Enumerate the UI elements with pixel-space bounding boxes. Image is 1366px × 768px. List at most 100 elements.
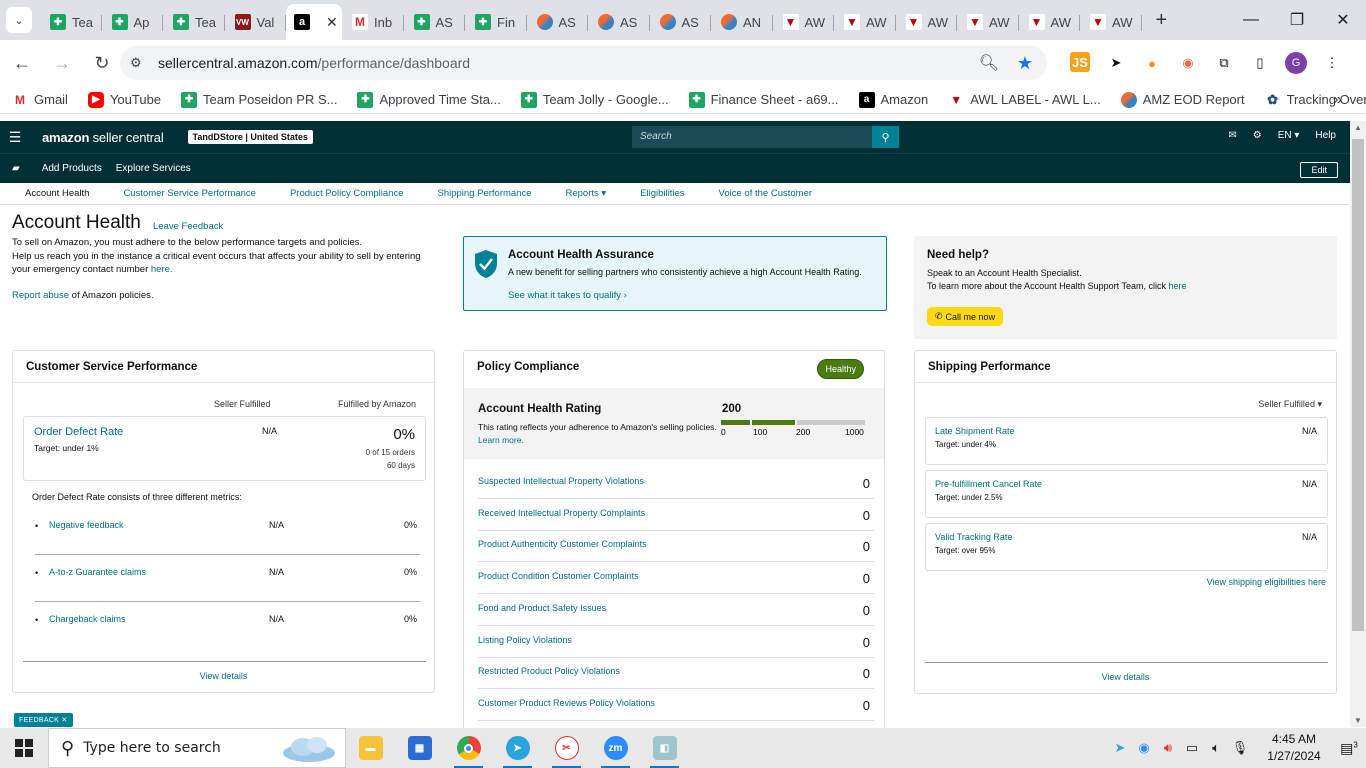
browser-tab[interactable]: AS	[650, 6, 712, 38]
shipping-view-details-link[interactable]: View details	[915, 672, 1336, 682]
metric-name-link[interactable]: Negative feedback	[49, 520, 124, 530]
browser-tab[interactable]: AS	[588, 6, 650, 38]
scroll-up-arrow[interactable]: ▲	[1354, 123, 1362, 132]
browser-tab[interactable]: ✚ Tea	[40, 6, 102, 38]
seller-central-logo[interactable]: amazon seller central	[42, 130, 164, 145]
nav-eligibilities[interactable]: Eligibilities	[640, 188, 684, 199]
scroll-down-arrow[interactable]: ▼	[1354, 716, 1362, 725]
shipping-metric-link[interactable]: Valid Tracking Rate	[935, 532, 1012, 542]
policy-name-link[interactable]: Product Condition Customer Complaints	[478, 571, 639, 581]
browser-tab[interactable]: ▼ AW	[1019, 6, 1081, 38]
scrollbar-thumb[interactable]	[1352, 139, 1364, 631]
aha-qualify-link[interactable]: See what it takes to qualify ›	[508, 290, 627, 301]
taskbar-store[interactable]: ▦	[395, 728, 444, 768]
nav-product-policy[interactable]: Product Policy Compliance	[290, 188, 404, 199]
browser-tab[interactable]: ▼ AW	[834, 6, 896, 38]
honey-extension-icon[interactable]: ●	[1134, 52, 1170, 74]
close-tab-icon[interactable]: ✕	[326, 14, 338, 31]
notification-center-icon[interactable]: ▤3	[1332, 740, 1366, 757]
policy-name-link[interactable]: Restricted Product Policy Violations	[478, 666, 620, 676]
taskbar-file-explorer[interactable]: ▬	[346, 728, 395, 768]
ahr-learn-more-link[interactable]: Learn more.	[478, 435, 524, 445]
browser-tab[interactable]: ✚ Tea	[163, 6, 225, 38]
search-icon[interactable]: ⚲	[872, 126, 899, 148]
nav-shipping[interactable]: Shipping Performance	[438, 188, 532, 199]
taskbar-zoom[interactable]: zm	[591, 728, 640, 768]
policy-name-link[interactable]: Customer Product Reviews Policy Violatio…	[478, 698, 655, 708]
taskbar-other-app[interactable]: ◧	[640, 728, 689, 768]
browser-tab[interactable]: ▼ AW	[773, 6, 835, 38]
report-abuse-link[interactable]: Report abuse	[12, 290, 69, 301]
seller-search-input[interactable]: Search	[632, 126, 878, 148]
browser-tab[interactable]: ▼ AW	[1080, 6, 1142, 38]
browser-tab[interactable]: ▼ AW	[957, 6, 1019, 38]
orange-extension-icon[interactable]: ◉	[1170, 52, 1206, 74]
side-panel-icon[interactable]: ▯	[1242, 52, 1278, 74]
language-selector[interactable]: EN ▾	[1278, 130, 1300, 141]
policy-name-link[interactable]: Product Authenticity Customer Complaints	[478, 539, 647, 549]
volume-icon[interactable]: 🔈︎	[1204, 740, 1228, 756]
bookmark-item[interactable]: ✿ Tracking Overview	[1264, 91, 1366, 108]
view-shipping-eligibilities-link[interactable]: View shipping eligibilities here	[1207, 577, 1326, 587]
taskbar-clock[interactable]: 4:45 AM 1/27/2024	[1256, 731, 1332, 765]
nav-account-health[interactable]: Account Health	[25, 188, 89, 199]
taskbar-snipping-tool[interactable]: ✂	[542, 728, 591, 768]
policy-name-link[interactable]: Food and Product Safety Issues	[478, 603, 606, 613]
page-scrollbar[interactable]: ▲ ▼	[1350, 121, 1366, 727]
chrome-menu-icon[interactable]: ⋮	[1314, 52, 1350, 74]
edit-button[interactable]: Edit	[1300, 162, 1338, 178]
metric-name-link[interactable]: A-to-z Guarantee claims	[49, 567, 146, 577]
shipping-metric-link[interactable]: Late Shipment Rate	[935, 426, 1015, 436]
add-products-link[interactable]: Add Products	[42, 163, 102, 174]
new-tab-button[interactable]: +	[1156, 9, 1168, 32]
shipping-metric-link[interactable]: Pre-fulfillment Cancel Rate	[935, 479, 1042, 489]
policy-name-link[interactable]: Received Intellectual Property Complaint…	[478, 508, 645, 518]
browser-tab[interactable]: ✚ Fin	[465, 6, 527, 38]
browser-tab[interactable]: VW Val	[225, 6, 287, 38]
microphone-icon[interactable]: 🎙︎	[1228, 740, 1252, 756]
bookmark-star-icon[interactable]: ★	[1017, 53, 1033, 74]
browser-tab[interactable]: AS	[527, 6, 589, 38]
explore-services-link[interactable]: Explore Services	[116, 163, 191, 174]
taskbar-search-box[interactable]: ⚲ Type here to search	[48, 728, 346, 768]
metric-name-link[interactable]: Chargeback claims	[49, 614, 126, 624]
bookmark-item[interactable]: a Amazon	[858, 91, 928, 108]
browser-tab[interactable]: a ✕	[286, 4, 342, 40]
bookmark-item[interactable]: ▼ AWL LABEL - AWL L...	[948, 91, 1101, 108]
bookmark-icon[interactable]: ▰	[12, 163, 20, 174]
forward-button[interactable]: →	[44, 53, 80, 74]
address-bar[interactable]: ⚙ sellercentral.amazon.com/performance/d…	[120, 46, 1047, 80]
bookmark-item[interactable]: ✚ Approved Time Sta...	[357, 91, 501, 108]
leave-feedback-link[interactable]: Leave Feedback	[153, 221, 223, 232]
bookmark-item[interactable]: ✚ Team Poseidon PR S...	[181, 91, 337, 108]
bookmark-item[interactable]: M Gmail	[12, 91, 68, 108]
site-info-icon[interactable]: ⚙	[130, 55, 150, 71]
policy-name-link[interactable]: Suspected Intellectual Property Violatio…	[478, 476, 644, 486]
nav-reports[interactable]: Reports ▾	[566, 188, 607, 199]
speaker-tray-icon[interactable]: 🔊︎	[1156, 740, 1180, 756]
mail-icon[interactable]: ✉	[1228, 130, 1236, 141]
browser-tab[interactable]: AN	[711, 6, 773, 38]
zoom-tray-icon[interactable]: ◉	[1132, 740, 1156, 756]
policy-name-link[interactable]: Listing Policy Violations	[478, 635, 572, 645]
emergency-contact-link[interactable]: here.	[151, 264, 173, 275]
nav-customer-service[interactable]: Customer Service Performance	[123, 188, 256, 199]
taskbar-telegram[interactable]: ➤	[493, 728, 542, 768]
restore-button[interactable]: ❐	[1274, 10, 1320, 30]
close-icon[interactable]: ✕	[61, 717, 67, 724]
puzzle-extensions-icon[interactable]: ⧉	[1206, 52, 1242, 74]
network-icon[interactable]: ▭	[1180, 740, 1204, 756]
windows-start-button[interactable]	[0, 728, 48, 768]
nav-voice-of-customer[interactable]: Voice of the Customer	[719, 188, 812, 199]
hamburger-menu-icon[interactable]: ☰	[0, 129, 30, 146]
bookmark-item[interactable]: ✚ Team Jolly - Google...	[520, 91, 669, 108]
zoom-icon[interactable]: 🔍︎	[979, 53, 999, 73]
bookmark-item[interactable]: ✚ Finance Sheet - a69...	[688, 91, 839, 108]
settings-gear-icon[interactable]: ⚙	[1253, 130, 1262, 141]
call-me-now-button[interactable]: ✆ Call me now	[927, 307, 1004, 326]
more-bookmarks-icon[interactable]: »	[1333, 91, 1342, 109]
js-extension-icon[interactable]: JS	[1070, 52, 1090, 72]
back-button[interactable]: ←	[4, 53, 40, 74]
browser-tab[interactable]: ✚ AS	[404, 6, 466, 38]
browser-tab[interactable]: M Inb	[342, 6, 404, 38]
